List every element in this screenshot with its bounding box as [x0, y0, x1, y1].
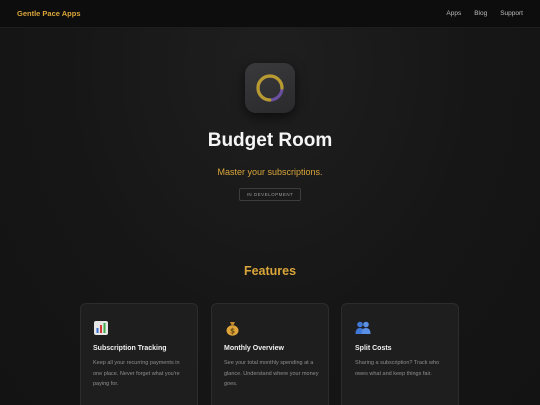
app-tagline: Master your subscriptions.	[217, 167, 323, 177]
feature-description: Sharing a subscription? Track who owes w…	[355, 360, 440, 377]
features-heading: Features	[243, 264, 297, 278]
nav-link-blog[interactable]: Blog	[474, 10, 487, 17]
feature-title: Subscription Tracking	[93, 345, 167, 352]
feature-description: See your total monthly spending at a gla…	[224, 360, 319, 387]
feature-card-monthly-overview: $	[211, 303, 329, 405]
nav-links: Apps Blog Support	[446, 10, 523, 17]
feature-title: Split Costs	[355, 345, 392, 352]
ring-progress-icon	[256, 74, 284, 102]
nav-link-support[interactable]: Support	[500, 10, 523, 17]
feature-card-subscription-tracking	[80, 303, 198, 405]
status-badge: IN DEVELOPMENT	[239, 188, 301, 201]
brand-link[interactable]: Gentle Pace Apps	[17, 9, 81, 18]
nav-link-apps[interactable]: Apps	[446, 10, 461, 17]
app-title: Budget Room	[207, 130, 333, 151]
bar-chart-icon	[94, 321, 108, 335]
feature-description: Keep all your recurring payments in one …	[93, 360, 180, 387]
feature-card-split-costs	[341, 303, 459, 405]
money-bag-icon: $	[226, 322, 239, 336]
people-icon	[355, 321, 371, 334]
svg-text:$: $	[230, 326, 235, 335]
feature-title: Monthly Overview	[224, 345, 284, 352]
app-icon	[245, 63, 295, 113]
top-nav: Gentle Pace Apps Apps Blog Support	[0, 0, 540, 28]
